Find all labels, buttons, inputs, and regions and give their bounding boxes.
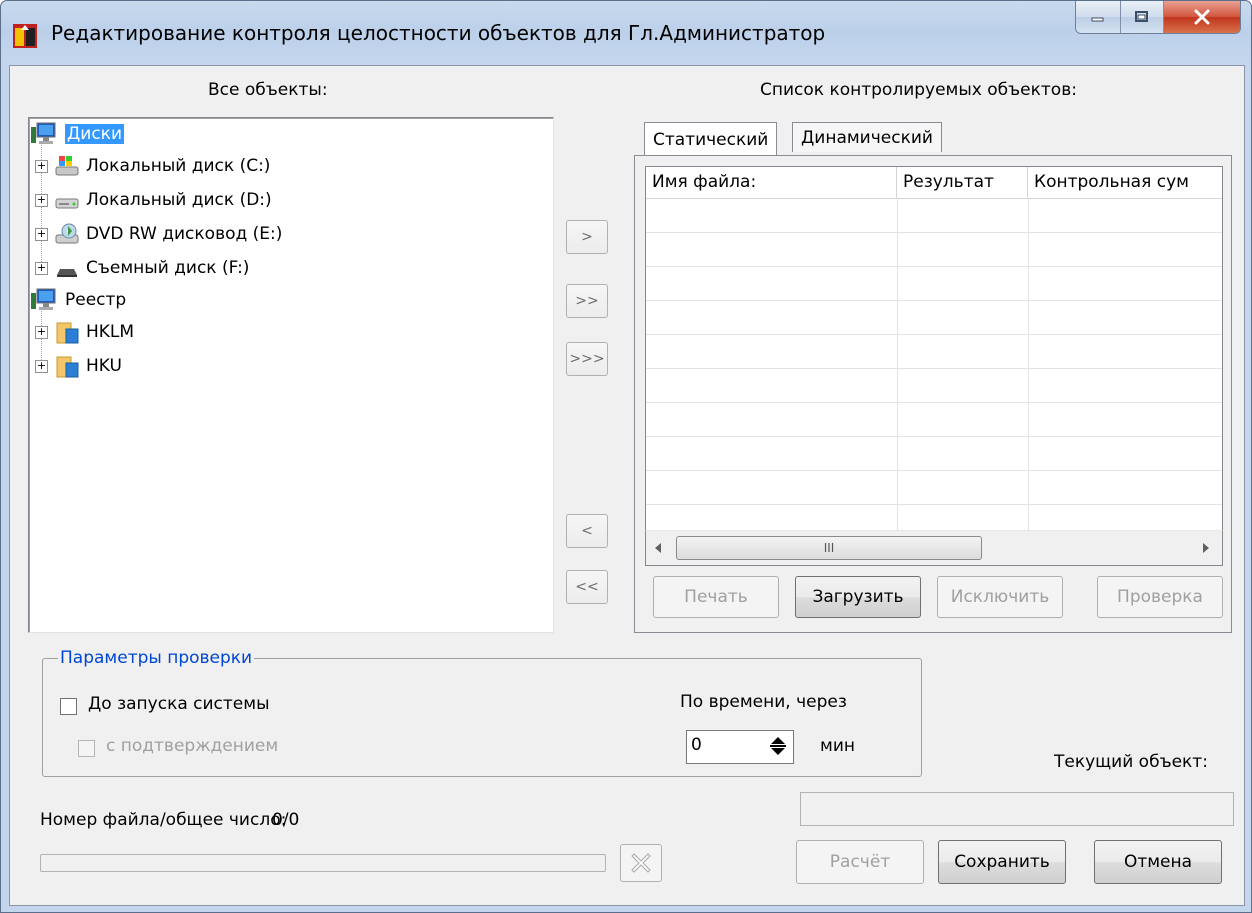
registry-folder-icon — [56, 322, 79, 344]
close-button[interactable] — [1163, 1, 1240, 33]
static-tab-panel: Имя файла: Результат Контрольная сум III — [634, 155, 1232, 633]
save-button[interactable]: Сохранить — [938, 840, 1066, 884]
tree-label-drive-f: Съемный диск (F:) — [86, 258, 250, 278]
dialog-window: Редактирование контроля целостности объе… — [0, 0, 1252, 913]
table-row — [646, 368, 1222, 369]
computer-icon — [31, 122, 56, 144]
close-icon — [1194, 9, 1210, 25]
unit-label: мин — [820, 736, 855, 756]
maximize-icon — [1135, 11, 1148, 22]
expand-icon[interactable]: + — [35, 227, 48, 241]
interval-value[interactable]: 0 — [691, 735, 702, 755]
tree-item-registry[interactable]: Реестр — [31, 284, 126, 316]
current-object-field — [800, 792, 1234, 826]
tree-item-drive-d[interactable]: + Локальный диск (D:) — [35, 184, 272, 216]
scroll-left-icon[interactable] — [654, 543, 662, 553]
expand-icon[interactable]: + — [35, 261, 48, 275]
table-header: Имя файла: Результат Контрольная сум — [646, 167, 1222, 199]
table-row — [646, 470, 1222, 471]
removable-drive-icon — [57, 269, 77, 277]
tree-item-hku[interactable]: + HKU — [35, 350, 122, 382]
cancel-button[interactable]: Отмена — [1094, 840, 1222, 884]
dialog-client-area: Все объекты: Диски + Локальный диск (C:)… — [9, 65, 1245, 906]
stop-icon — [631, 853, 651, 873]
remove-button[interactable]: < — [566, 514, 608, 548]
dvd-drive-icon — [55, 223, 79, 244]
spinner-arrows-icon[interactable] — [769, 735, 787, 757]
exclude-button[interactable]: Исключить — [937, 576, 1063, 618]
maximize-button[interactable] — [1120, 1, 1163, 33]
add-button[interactable]: > — [566, 220, 608, 254]
table-row — [646, 504, 1222, 505]
tree-label-drive-e: DVD RW дисковод (E:) — [86, 224, 283, 244]
table-row — [646, 334, 1222, 335]
file-progress-bar — [40, 854, 606, 872]
tree-item-drive-c[interactable]: + Локальный диск (C:) — [35, 150, 270, 182]
scroll-right-icon[interactable] — [1202, 543, 1210, 553]
app-icon — [13, 24, 37, 48]
before-start-checkbox[interactable] — [60, 698, 77, 715]
interval-spinner[interactable]: 0 — [686, 730, 794, 764]
scroll-thumb[interactable]: III — [676, 536, 982, 560]
file-counter-label: Номер файла/общее число: — [40, 810, 287, 830]
tree-label-drive-d: Локальный диск (D:) — [86, 190, 272, 210]
objects-table[interactable]: Имя файла: Результат Контрольная сум — [645, 166, 1223, 566]
registry-folder-icon — [56, 356, 79, 378]
stop-button[interactable] — [620, 844, 662, 882]
tree-label-registry: Реестр — [65, 290, 127, 310]
load-button[interactable]: Загрузить — [795, 576, 921, 618]
table-row — [646, 436, 1222, 437]
check-button[interactable]: Проверка — [1097, 576, 1223, 618]
print-button[interactable]: Печать — [653, 576, 779, 618]
expand-icon[interactable]: + — [35, 325, 48, 339]
expand-icon[interactable]: + — [35, 193, 48, 207]
column-header-checksum[interactable]: Контрольная сум — [1028, 167, 1222, 198]
tree-label-disks: Диски — [65, 124, 124, 144]
check-params-title: Параметры проверки — [58, 648, 255, 668]
calc-button[interactable]: Расчёт — [796, 840, 924, 884]
caption-buttons — [1075, 1, 1241, 34]
horizontal-scrollbar[interactable]: III — [645, 530, 1223, 566]
system-drive-icon — [55, 156, 79, 176]
computer-icon — [31, 288, 56, 310]
remove-all-button[interactable]: << — [566, 570, 608, 604]
tab-static[interactable]: Статический — [644, 122, 778, 156]
table-row — [646, 300, 1222, 301]
window-title: Редактирование контроля целостности объе… — [51, 21, 826, 45]
file-counter-value: 0/0 — [272, 810, 300, 830]
with-confirm-label: с подтверждением — [106, 736, 279, 756]
minimize-button[interactable] — [1076, 1, 1120, 33]
hard-drive-icon — [55, 198, 79, 209]
table-row — [646, 402, 1222, 403]
all-objects-heading: Все объекты: — [208, 80, 328, 100]
by-time-label: По времени, через — [680, 692, 847, 712]
expand-icon[interactable]: + — [35, 159, 48, 173]
tree-label-hku: HKU — [86, 356, 122, 376]
tree-item-drive-f[interactable]: + Съемный диск (F:) — [35, 252, 249, 284]
add-all-button[interactable]: >> — [566, 284, 608, 318]
tree-label-drive-c: Локальный диск (C:) — [86, 156, 271, 176]
current-object-label: Текущий объект: — [1054, 752, 1208, 772]
tab-dynamic[interactable]: Динамический — [792, 122, 942, 152]
before-start-label: До запуска системы — [88, 694, 270, 714]
expand-icon[interactable]: + — [35, 359, 48, 373]
column-header-result[interactable]: Результат — [897, 167, 1028, 198]
with-confirm-checkbox[interactable] — [78, 740, 95, 757]
table-row — [646, 232, 1222, 233]
tree-item-disks[interactable]: Диски — [31, 118, 124, 150]
monitored-objects-heading: Список контролируемых объектов: — [760, 80, 1077, 100]
tree-item-drive-e[interactable]: + DVD RW дисковод (E:) — [35, 218, 282, 250]
column-header-filename[interactable]: Имя файла: — [646, 167, 897, 198]
tree-item-hklm[interactable]: + HKLM — [35, 316, 134, 348]
minimize-icon — [1091, 17, 1104, 22]
tree-label-hklm: HKLM — [86, 322, 135, 342]
add-recursive-button[interactable]: >>> — [566, 342, 608, 376]
title-bar: Редактирование контроля целостности объе… — [1, 1, 1251, 65]
objects-tree[interactable]: Диски + Локальный диск (C:) + Локальный … — [28, 117, 554, 633]
table-row — [646, 266, 1222, 267]
